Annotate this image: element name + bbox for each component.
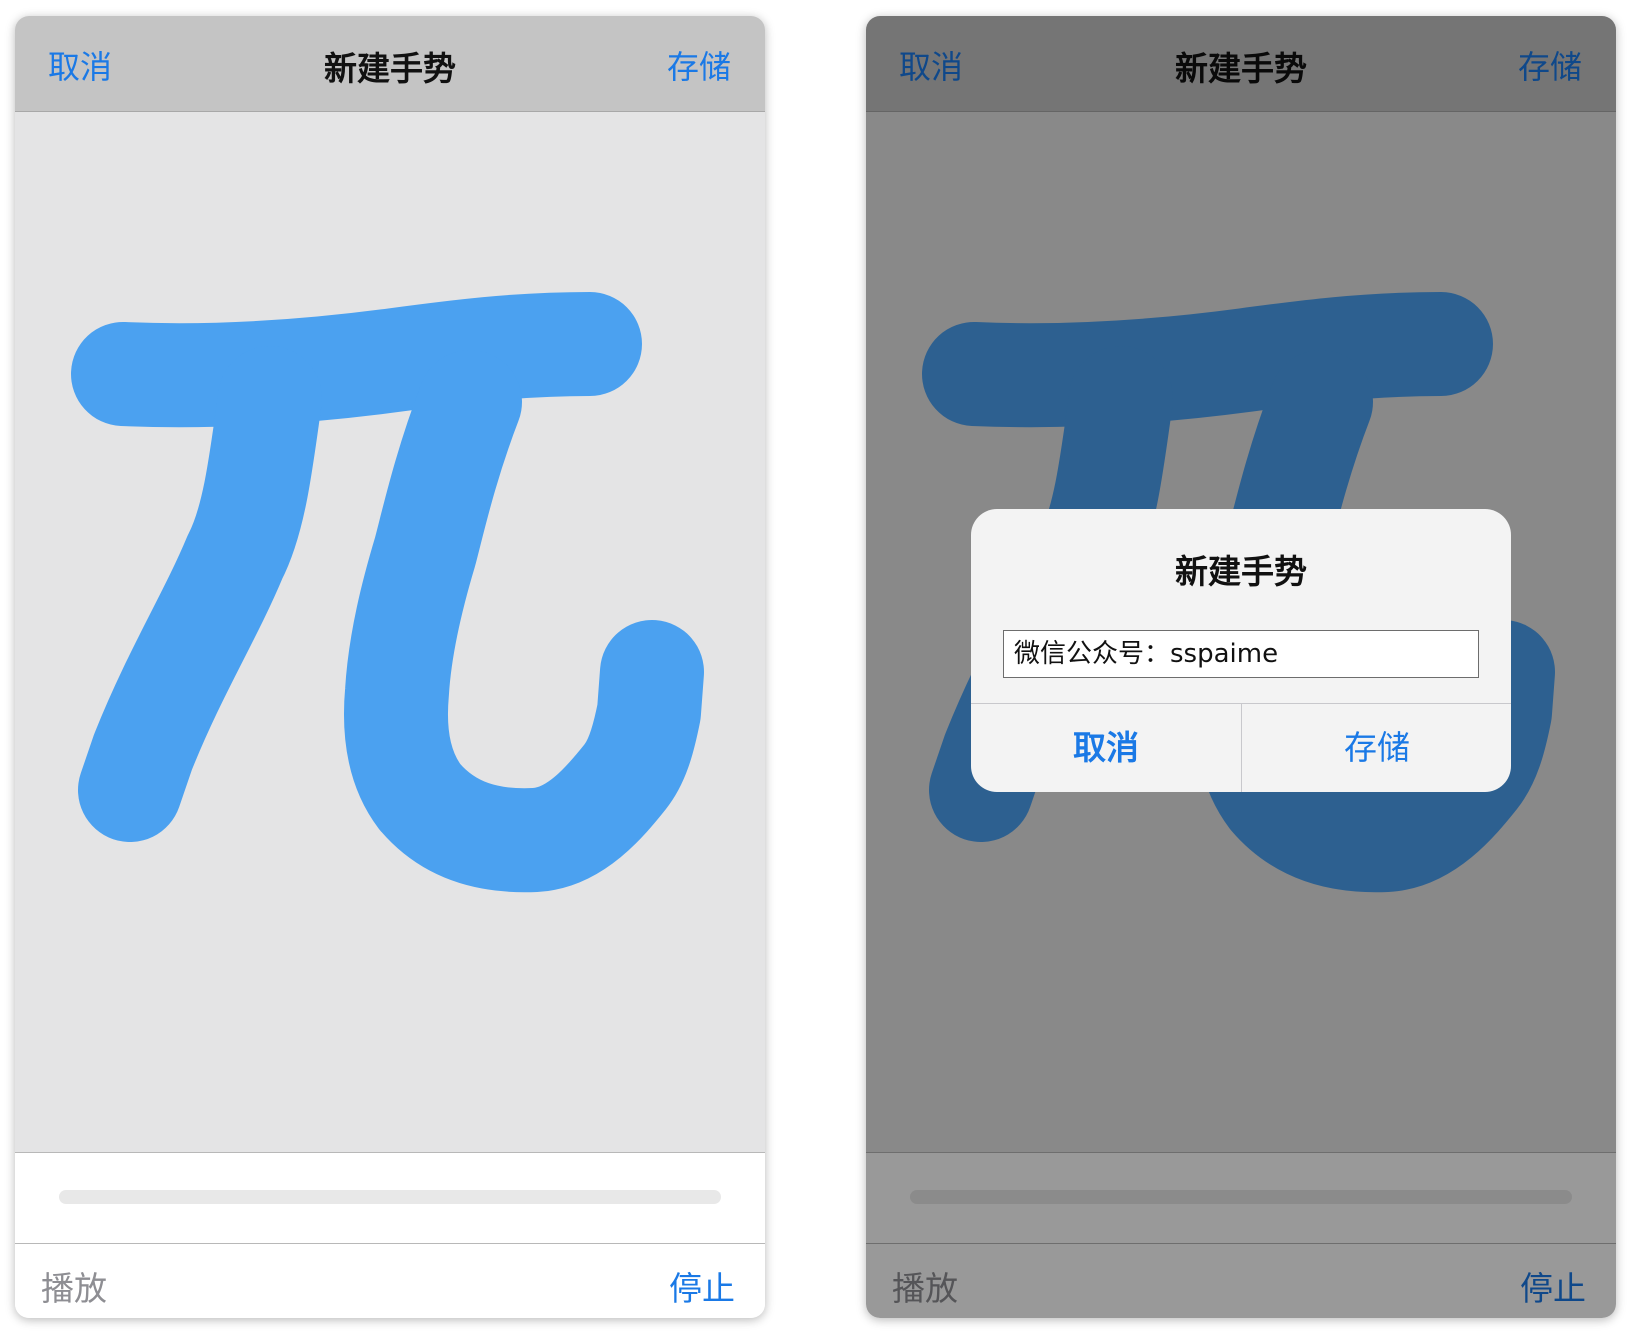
gesture-drawing-canvas[interactable] xyxy=(15,112,765,1152)
alert-title: 新建手势 xyxy=(1175,552,1307,591)
alert-save-button[interactable]: 存储 xyxy=(1242,704,1511,792)
gesture-editor-screen: 取消 新建手势 存储 播放 停止 xyxy=(15,16,765,1318)
play-button[interactable]: 播放 xyxy=(41,1262,107,1310)
playback-progress xyxy=(15,1152,765,1244)
gesture-save-dialog-screen: 取消 新建手势 存储 播放 停止 新建手势 微信公众号：sspaime 取消 存… xyxy=(866,16,1616,1318)
bottom-toolbar: 播放 停止 xyxy=(15,1244,765,1318)
page-title: 新建手势 xyxy=(324,49,456,88)
save-button[interactable]: 存储 xyxy=(667,42,731,88)
new-gesture-alert: 新建手势 微信公众号：sspaime 取消 存储 xyxy=(971,509,1511,792)
navigation-bar: 取消 新建手势 存储 xyxy=(15,16,765,112)
gesture-name-input[interactable]: 微信公众号：sspaime xyxy=(1003,630,1479,678)
gesture-stroke-pi xyxy=(71,292,704,893)
alert-cancel-button[interactable]: 取消 xyxy=(971,704,1241,792)
stop-button[interactable]: 停止 xyxy=(669,1262,735,1310)
progress-track[interactable] xyxy=(59,1190,721,1204)
